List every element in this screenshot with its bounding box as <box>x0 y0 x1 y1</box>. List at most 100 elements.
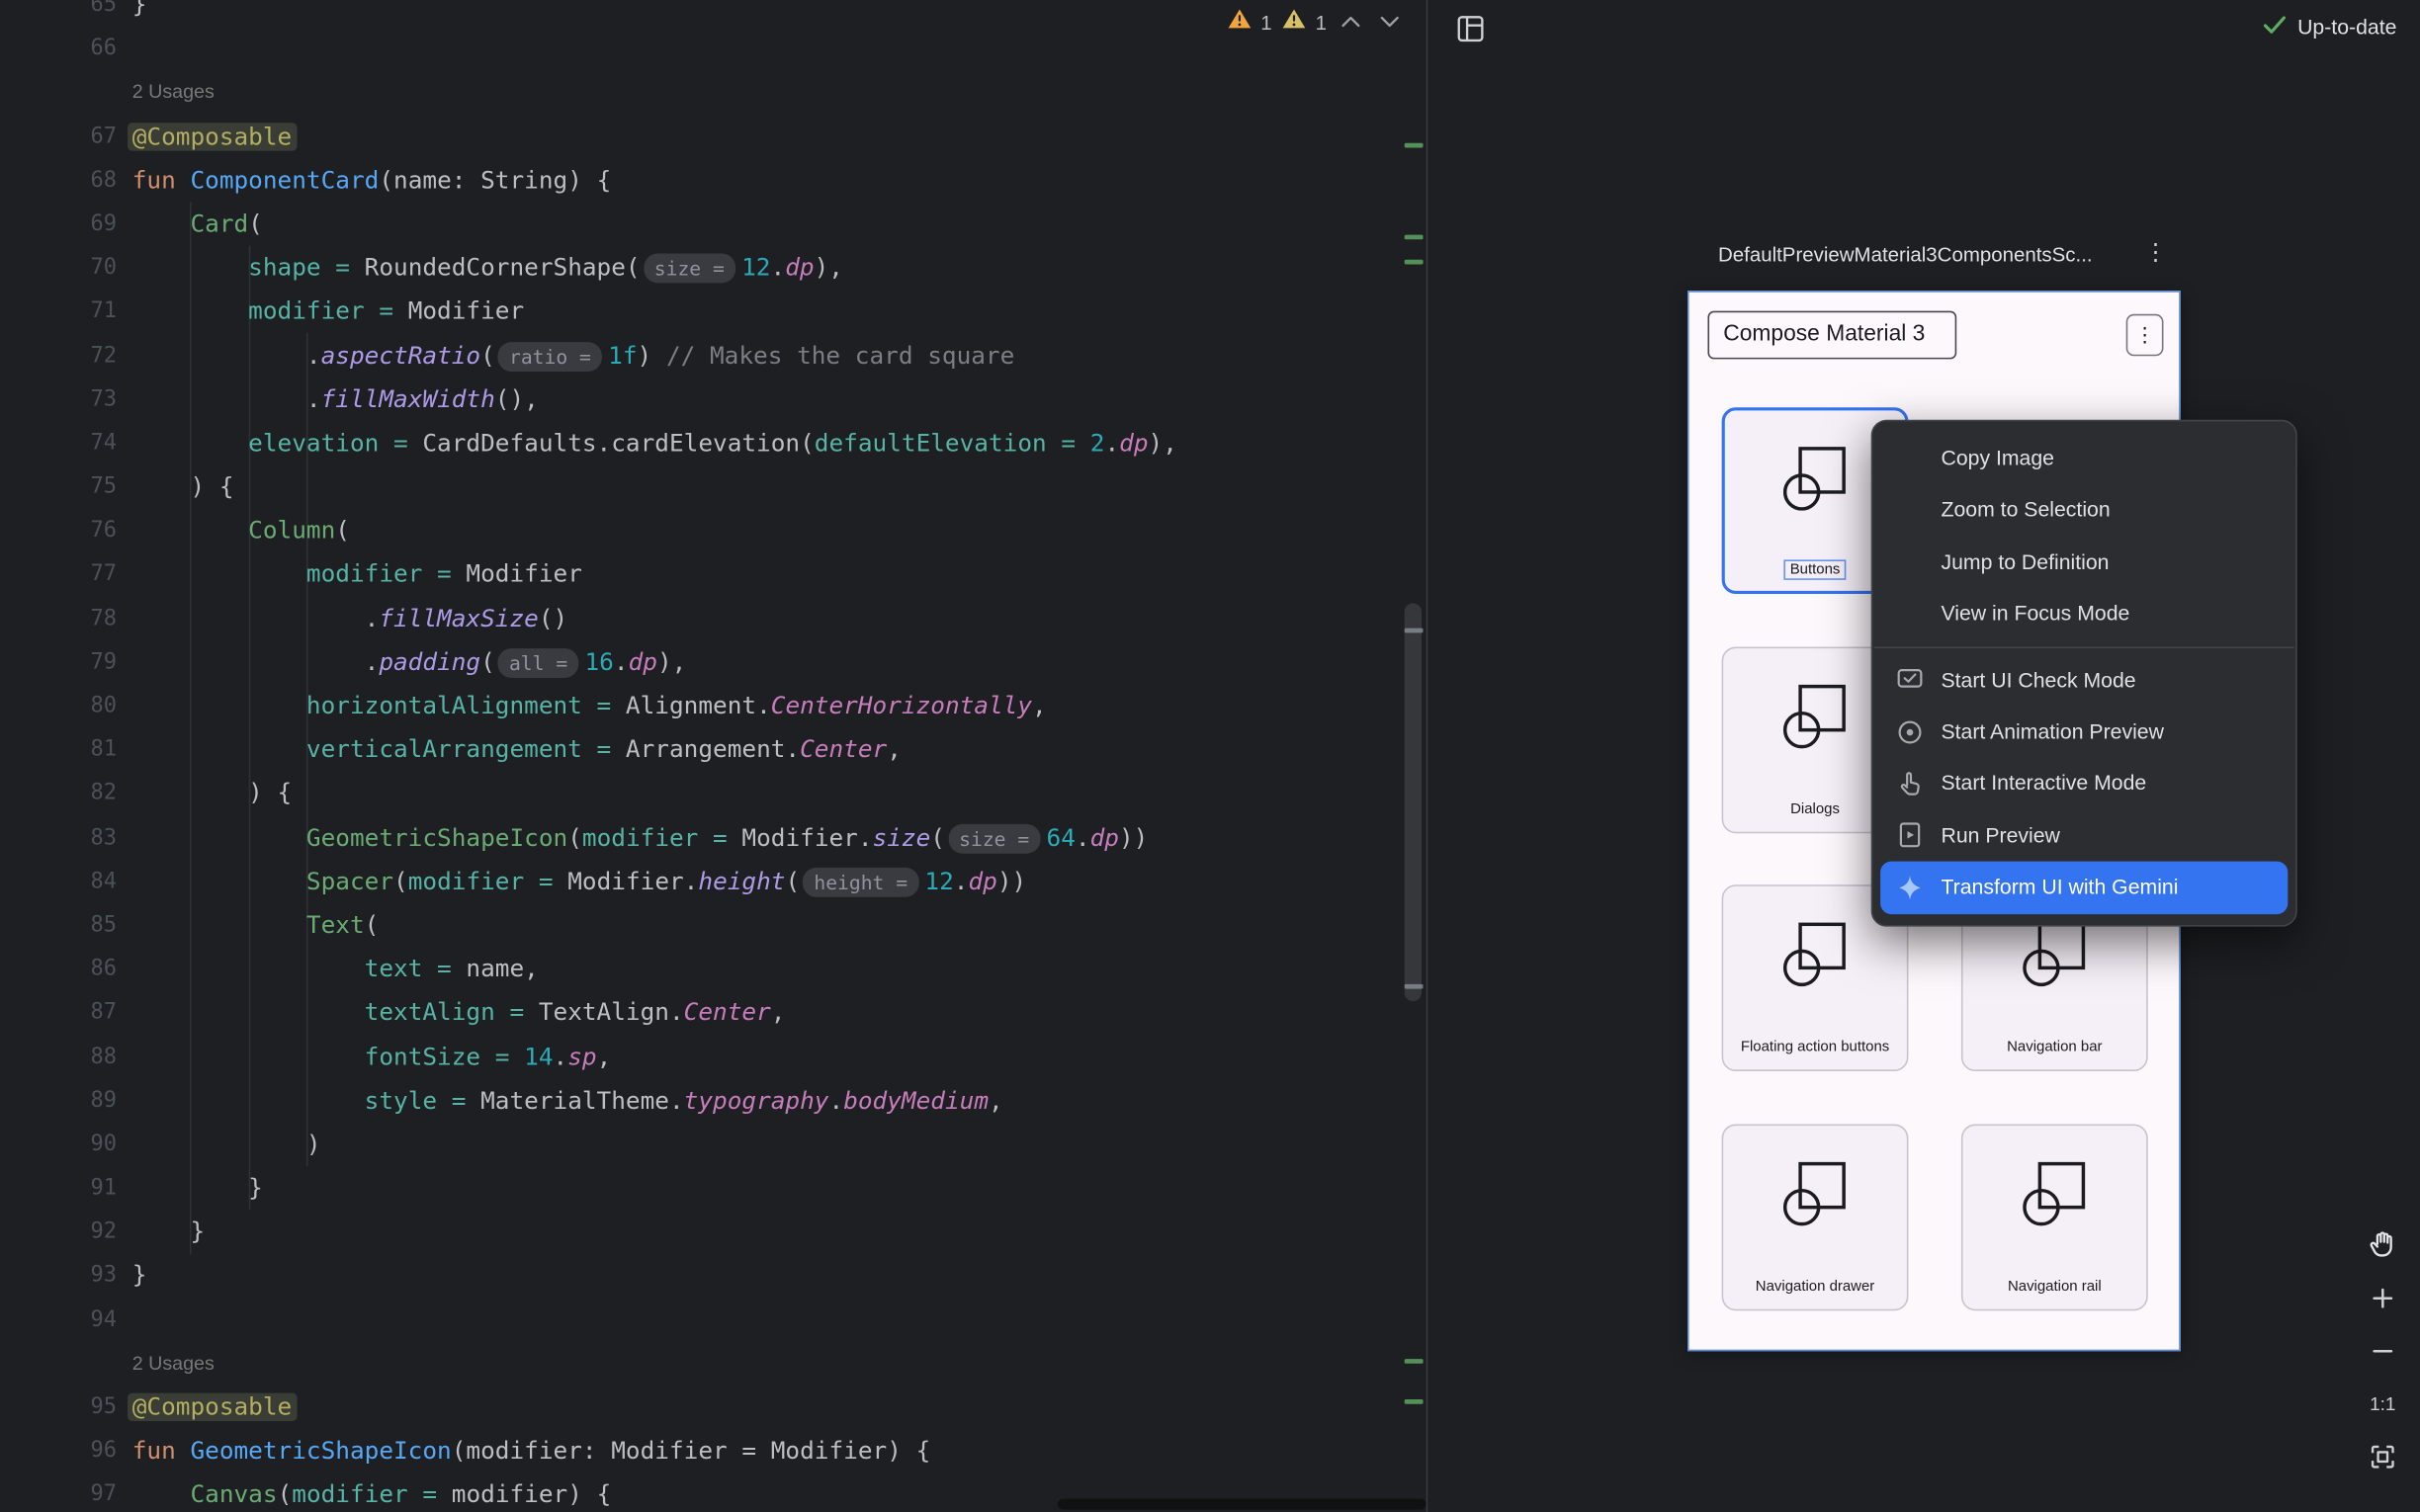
code-line[interactable]: 87 textAlign = TextAlign.Center, <box>0 991 1426 1035</box>
line-number[interactable]: 97 <box>0 1473 132 1512</box>
line-number[interactable]: 71 <box>0 290 132 333</box>
code-line[interactable]: 95@Composable <box>0 1386 1426 1429</box>
horizontal-scrollbar-thumb[interactable] <box>1058 1499 1426 1510</box>
line-number[interactable]: 85 <box>0 903 132 947</box>
line-number[interactable]: 82 <box>0 772 132 815</box>
line-number[interactable]: 72 <box>0 333 132 377</box>
code-line[interactable]: 76 Column( <box>0 509 1426 552</box>
zoom-in-button[interactable] <box>2360 1275 2405 1320</box>
component-card-navigation-drawer[interactable]: Navigation drawer <box>1722 1124 1909 1310</box>
preview-menu-icon[interactable]: ⋮ <box>2141 238 2169 269</box>
pan-tool-button[interactable] <box>2360 1222 2405 1268</box>
menu-item-run-preview[interactable]: Run Preview <box>1872 809 2295 862</box>
overflow-menu-button[interactable]: ⋮ <box>2126 314 2164 356</box>
zoom-reset-button[interactable]: 1:1 <box>2360 1381 2405 1426</box>
code-line[interactable]: 71 modifier = Modifier <box>0 290 1426 333</box>
menu-item-copy-image[interactable]: Copy Image <box>1872 432 2295 484</box>
token <box>132 692 306 719</box>
preview-layout-icon[interactable] <box>1454 13 1487 53</box>
code-line[interactable]: 88 fontSize = 14.sp, <box>0 1035 1426 1078</box>
menu-item-zoom-to-selection[interactable]: Zoom to Selection <box>1872 484 2295 537</box>
code-line[interactable]: 86 text = name, <box>0 947 1426 990</box>
line-number[interactable]: 77 <box>0 552 132 596</box>
line-number[interactable]: 88 <box>0 1035 132 1078</box>
line-number[interactable]: 78 <box>0 597 132 640</box>
line-number[interactable]: 92 <box>0 1210 132 1253</box>
code-line[interactable]: 89 style = MaterialTheme.typography.body… <box>0 1078 1426 1122</box>
code-line[interactable]: 84 Spacer(modifier = Modifier.height(hei… <box>0 860 1426 903</box>
code-line[interactable]: 77 modifier = Modifier <box>0 552 1426 596</box>
usages-inlay-row[interactable]: 2 Usages <box>0 1341 1426 1385</box>
code-line[interactable]: 96fun GeometricShapeIcon(modifier: Modif… <box>0 1429 1426 1472</box>
line-number[interactable]: 87 <box>0 991 132 1035</box>
line-number[interactable]: 94 <box>0 1298 132 1341</box>
code-line[interactable]: 85 Text( <box>0 903 1426 947</box>
code-line[interactable]: 68fun ComponentCard(name: String) { <box>0 158 1426 202</box>
line-number[interactable]: 68 <box>0 158 132 202</box>
zoom-out-button[interactable] <box>2360 1328 2405 1374</box>
token <box>132 517 248 545</box>
token: Column <box>248 517 335 545</box>
line-number[interactable]: 90 <box>0 1123 132 1166</box>
line-number[interactable]: 79 <box>0 640 132 684</box>
code-line[interactable]: 83 GeometricShapeIcon(modifier = Modifie… <box>0 815 1426 859</box>
line-number[interactable]: 70 <box>0 246 132 290</box>
code-line[interactable]: 94 <box>0 1298 1426 1341</box>
code-editor[interactable]: 65}662 Usages67@Composable68fun Componen… <box>0 0 1426 1512</box>
next-highlight-button[interactable] <box>1375 16 1405 29</box>
line-number[interactable]: 93 <box>0 1254 132 1298</box>
line-number[interactable]: 73 <box>0 378 132 421</box>
usages-link[interactable]: 2 Usages <box>132 1341 215 1385</box>
inspections-widget[interactable]: 1 1 <box>1227 3 1405 41</box>
line-number[interactable]: 89 <box>0 1078 132 1122</box>
code-line[interactable]: 74 elevation = CardDefaults.cardElevatio… <box>0 421 1426 464</box>
usages-inlay-row[interactable]: 2 Usages <box>0 70 1426 114</box>
line-number[interactable]: 86 <box>0 947 132 990</box>
code-line[interactable]: 72 .aspectRatio(ratio =1f) // Makes the … <box>0 333 1426 377</box>
code-line[interactable]: 92 } <box>0 1210 1426 1253</box>
line-number[interactable]: 74 <box>0 421 132 464</box>
code-line[interactable]: 82 ) { <box>0 772 1426 815</box>
line-number[interactable]: 76 <box>0 509 132 552</box>
code-line[interactable]: 80 horizontalAlignment = Alignment.Cente… <box>0 684 1426 727</box>
code-line[interactable]: 65} <box>0 0 1426 27</box>
line-number[interactable]: 80 <box>0 684 132 727</box>
token: aspectRatio <box>321 341 481 369</box>
code-line[interactable]: 90 ) <box>0 1123 1426 1166</box>
usages-link[interactable]: 2 Usages <box>132 70 215 114</box>
code-line[interactable]: 91 } <box>0 1166 1426 1210</box>
menu-item-view-in-focus-mode[interactable]: View in Focus Mode <box>1872 588 2295 640</box>
code-line[interactable]: 81 verticalArrangement = Arrangement.Cen… <box>0 728 1426 772</box>
line-number[interactable]: 96 <box>0 1429 132 1472</box>
component-card-navigation-rail[interactable]: Navigation rail <box>1961 1124 2148 1310</box>
code-line[interactable]: 67@Composable <box>0 115 1426 158</box>
line-number[interactable]: 83 <box>0 815 132 859</box>
line-number[interactable]: 65 <box>0 0 132 27</box>
code-line[interactable]: 66 <box>0 27 1426 70</box>
line-number[interactable]: 81 <box>0 728 132 772</box>
line-number[interactable]: 75 <box>0 465 132 509</box>
previous-highlight-button[interactable] <box>1336 16 1365 29</box>
menu-item-start-ui-check-mode[interactable]: Start UI Check Mode <box>1872 654 2295 707</box>
line-number[interactable]: 84 <box>0 860 132 903</box>
code-line[interactable]: 69 Card( <box>0 202 1426 245</box>
compose-preview-panel: Up-to-date DefaultPreviewMaterial3Compon… <box>1427 0 2420 1512</box>
line-number[interactable]: 95 <box>0 1386 132 1429</box>
menu-item-transform-ui-with-gemini[interactable]: Transform UI with Gemini <box>1880 862 2288 914</box>
menu-item-start-interactive-mode[interactable]: Start Interactive Mode <box>1872 758 2295 810</box>
menu-item-jump-to-definition[interactable]: Jump to Definition <box>1872 536 2295 588</box>
line-number[interactable]: 91 <box>0 1166 132 1210</box>
line-number[interactable]: 69 <box>0 202 132 245</box>
code-line[interactable]: 93} <box>0 1254 1426 1298</box>
code-line[interactable]: 70 shape = RoundedCornerShape(size =12.d… <box>0 246 1426 290</box>
editor-scrollbar-thumb[interactable] <box>1405 603 1422 1001</box>
zoom-to-fit-button[interactable] <box>2360 1434 2405 1479</box>
line-number[interactable]: 67 <box>0 115 132 158</box>
code-line[interactable]: 79 .padding(all =16.dp), <box>0 640 1426 684</box>
code-line[interactable]: 73 .fillMaxWidth(), <box>0 378 1426 421</box>
token: , <box>1032 692 1047 719</box>
line-number[interactable]: 66 <box>0 27 132 70</box>
menu-item-start-animation-preview[interactable]: Start Animation Preview <box>1872 706 2295 758</box>
code-line[interactable]: 75 ) { <box>0 465 1426 509</box>
code-line[interactable]: 78 .fillMaxSize() <box>0 597 1426 640</box>
